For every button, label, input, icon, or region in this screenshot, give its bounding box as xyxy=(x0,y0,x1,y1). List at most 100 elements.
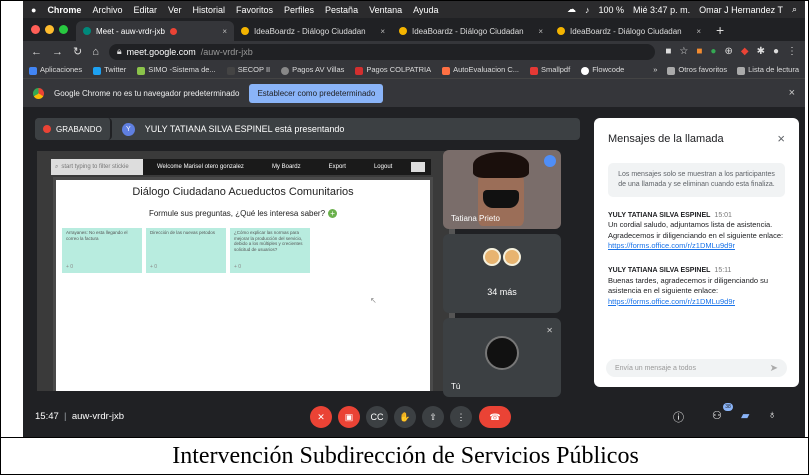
sticky-note[interactable]: Arrayanes: No esta llegando el correo la… xyxy=(62,228,142,273)
participant-tile-main[interactable]: Tatiana Prieto xyxy=(443,150,561,229)
people-icon[interactable]: ⚇ xyxy=(712,409,722,422)
vote-count[interactable]: + 0 xyxy=(66,264,73,270)
board-select[interactable] xyxy=(411,162,425,172)
self-tile[interactable]: ✕ Tú xyxy=(443,318,561,397)
avatar xyxy=(503,248,521,266)
app-menu[interactable]: Chrome xyxy=(47,5,81,15)
close-tab-icon[interactable]: × xyxy=(538,27,543,36)
reading-list[interactable]: Lista de lectura xyxy=(737,65,799,75)
forward-icon[interactable]: → xyxy=(52,46,63,58)
more-participants-tile[interactable]: 34 más xyxy=(443,234,561,313)
chat-input-placeholder: Envía un mensaje a todos xyxy=(615,364,696,372)
logout-link[interactable]: Logout xyxy=(360,164,406,170)
back-icon[interactable]: ← xyxy=(31,46,42,58)
bookmark-secop[interactable]: SECOP II xyxy=(226,65,270,75)
bookmark-flowcode[interactable]: Flowcode xyxy=(581,65,624,75)
raise-hand-button[interactable]: ✋ xyxy=(394,406,416,428)
activities-icon[interactable]: ♁ xyxy=(768,409,776,421)
send-icon[interactable]: ➤ xyxy=(770,363,778,374)
bookmark-simo[interactable]: SIMO -Sistema de... xyxy=(137,65,216,75)
tab-ideaboardz-2[interactable]: IdeaBoardz - Diálogo Ciudadan × xyxy=(392,21,550,41)
add-sticky-icon[interactable]: + xyxy=(328,209,338,218)
user-name[interactable]: Omar J Hernandez T xyxy=(699,5,783,15)
folder-icon xyxy=(667,66,676,75)
present-button[interactable]: ⇧ xyxy=(422,406,444,428)
volume-icon[interactable]: ♪ xyxy=(585,5,590,15)
mic-off-icon: ✕ xyxy=(546,326,553,335)
minimize-window-icon[interactable] xyxy=(45,25,54,34)
filter-search[interactable]: ⌕ start typing to filter stickie xyxy=(51,159,143,175)
close-tab-icon[interactable]: × xyxy=(380,27,385,36)
more-options-button[interactable]: ⋮ xyxy=(450,406,472,428)
extension-icon[interactable]: ⊕ xyxy=(724,46,732,57)
profile-icon[interactable]: ● xyxy=(773,46,779,57)
url-path: /auw-vrdr-jxb xyxy=(200,46,253,57)
end-call-button[interactable]: ☎ xyxy=(479,406,511,428)
tab-meet[interactable]: Meet - auw-vrdr-jxb × xyxy=(76,21,234,41)
zoom-window-icon[interactable] xyxy=(59,25,68,34)
menu-historial[interactable]: Historial xyxy=(193,5,226,15)
vote-count[interactable]: + 0 xyxy=(150,264,157,270)
extension-icon[interactable]: ◆ xyxy=(741,46,749,57)
cloud-icon[interactable]: ☁ xyxy=(567,4,576,15)
menu-perfiles[interactable]: Perfiles xyxy=(284,5,314,15)
bookmark-autoevaluacion[interactable]: AutoEvaluacion C... xyxy=(442,65,519,75)
bookmark-apps[interactable]: Aplicaciones xyxy=(29,65,82,75)
close-icon[interactable]: × xyxy=(789,87,795,99)
tab-ideaboardz-3[interactable]: IdeaBoardz - Diálogo Ciudadan × xyxy=(550,21,708,41)
bookmark-label: Pagos AV Villas xyxy=(292,65,345,75)
set-default-button[interactable]: Establecer como predeterminado xyxy=(249,83,384,103)
message-link[interactable]: https://forms.office.com/r/z1DMLu9d9r xyxy=(608,241,735,250)
camera-icon[interactable]: ■ xyxy=(665,46,671,57)
puzzle-icon[interactable]: ✱ xyxy=(757,46,765,57)
bookmark-av-villas[interactable]: Pagos AV Villas xyxy=(281,65,345,75)
clock[interactable]: Mié 3:47 p. m. xyxy=(633,5,690,15)
apps-grid-icon xyxy=(29,66,37,75)
extension-icon[interactable]: ● xyxy=(710,46,716,57)
new-tab-icon[interactable]: + xyxy=(708,22,732,41)
menu-editar[interactable]: Editar xyxy=(133,5,157,15)
bookmarks-bar: Aplicaciones Twitter SIMO -Sistema de...… xyxy=(23,62,805,79)
chat-icon[interactable]: ▰ xyxy=(741,409,749,422)
url-field[interactable]: 🔒︎ meet.google.com/auw-vrdr-jxb xyxy=(108,43,656,60)
spotlight-icon[interactable]: ⌕ xyxy=(792,4,797,15)
menu-ayuda[interactable]: Ayuda xyxy=(413,5,438,15)
recording-indicator[interactable]: GRABANDO xyxy=(35,118,112,140)
export-link[interactable]: Export xyxy=(315,164,360,170)
home-icon[interactable]: ⌂ xyxy=(92,46,99,58)
tab-ideaboardz-1[interactable]: IdeaBoardz - Diálogo Ciudadan × xyxy=(234,21,392,41)
ideaboardz-favicon-icon xyxy=(399,27,407,35)
menu-kebab-icon[interactable]: ⋮ xyxy=(787,46,797,57)
sticky-note[interactable]: ¿Cómo explicar las normas para mejorar l… xyxy=(230,228,310,273)
menu-ver[interactable]: Ver xyxy=(168,5,182,15)
battery-level[interactable]: 100 % xyxy=(599,5,625,15)
captions-button[interactable]: CC xyxy=(366,406,388,428)
menu-archivo[interactable]: Archivo xyxy=(92,5,122,15)
reload-icon[interactable]: ↻ xyxy=(73,45,82,58)
bookmark-star-icon[interactable]: ☆ xyxy=(679,46,688,57)
close-tab-icon[interactable]: × xyxy=(696,27,701,36)
ideaboardz-favicon-icon xyxy=(557,27,565,35)
menu-pestana[interactable]: Pestaña xyxy=(325,5,358,15)
apple-icon[interactable]: ● xyxy=(31,5,36,15)
bookmarks-overflow[interactable]: » xyxy=(653,65,657,74)
menu-ventana[interactable]: Ventana xyxy=(369,5,402,15)
extension-icon[interactable]: ■ xyxy=(696,46,702,57)
my-boardz-link[interactable]: My Boardz xyxy=(258,164,315,170)
chat-input[interactable]: Envía un mensaje a todos ➤ xyxy=(606,359,787,377)
welcome-text: Welcome Marisel otero gonzalez xyxy=(157,164,244,170)
bookmark-smallpdf[interactable]: Smallpdf xyxy=(530,65,570,75)
mic-off-button[interactable]: ✕ xyxy=(310,406,332,428)
message-link[interactable]: https://forms.office.com/r/z1DMLu9d9r xyxy=(608,297,735,306)
bookmark-colpatria[interactable]: Pagos COLPATRIA xyxy=(355,65,431,75)
bookmark-twitter[interactable]: Twitter xyxy=(93,65,126,75)
info-icon[interactable]: ⓘ xyxy=(673,409,684,425)
close-icon[interactable]: × xyxy=(777,131,785,146)
sticky-note[interactable]: Dirección de las nuevas petodos + 0 xyxy=(146,228,226,273)
close-window-icon[interactable] xyxy=(31,25,40,34)
other-bookmarks[interactable]: Otros favoritos xyxy=(667,65,727,75)
menu-favoritos[interactable]: Favoritos xyxy=(236,5,273,15)
close-tab-icon[interactable]: × xyxy=(222,27,227,36)
vote-count[interactable]: + 0 xyxy=(234,264,241,270)
camera-off-button[interactable]: ▣ xyxy=(338,406,360,428)
